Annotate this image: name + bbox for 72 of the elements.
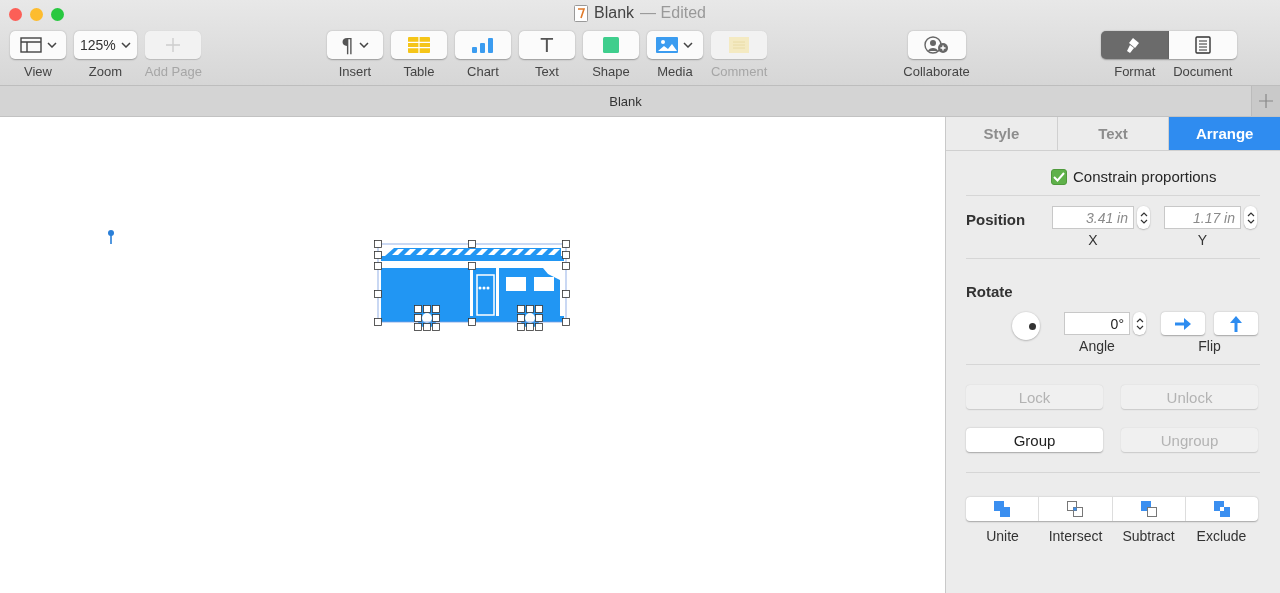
table-icon <box>407 37 430 53</box>
toolbar-label: Zoom <box>88 64 122 79</box>
close-button[interactable] <box>9 7 22 21</box>
chevron-icon <box>358 42 369 48</box>
toolbar-label: Table <box>403 64 435 79</box>
shape-button[interactable] <box>582 31 639 59</box>
image-icon <box>656 37 679 53</box>
plus-icon <box>165 37 182 53</box>
document-button[interactable] <box>1168 31 1237 59</box>
toolbar-label: View <box>24 64 52 79</box>
toolbar-label: Collaborate <box>903 64 970 79</box>
section-label: Rotate <box>966 282 1014 300</box>
inspector-tab[interactable]: Arrange <box>1169 117 1280 150</box>
media-button[interactable] <box>646 31 703 59</box>
toolbar-label: Shape <box>592 64 630 79</box>
format-button[interactable] <box>1100 31 1169 59</box>
bar-chart-icon <box>471 37 494 53</box>
field-caption: Angle <box>1079 338 1115 354</box>
square-icon <box>602 37 619 53</box>
chevron-icon <box>683 42 694 48</box>
field-caption: Flip <box>1198 338 1221 354</box>
overlapping-squares-icon <box>1066 500 1085 518</box>
stepper[interactable] <box>1133 312 1146 335</box>
checkbox-label: Constrain proportions <box>1073 168 1217 185</box>
field-caption: X <box>1088 232 1098 248</box>
document-icon <box>574 4 589 22</box>
up-arrow-icon <box>1230 314 1242 333</box>
plus-icon <box>1259 94 1273 108</box>
stepper[interactable] <box>1244 206 1257 229</box>
toolbar-button[interactable]: ¶ <box>326 31 383 59</box>
insertion-marker-icon <box>108 230 114 244</box>
x-field[interactable]: 3.41 in <box>1052 206 1134 229</box>
toolbar-label: Document <box>1173 64 1233 79</box>
y-field[interactable]: 1.17 in <box>1164 206 1241 229</box>
right-arrow-icon <box>1174 317 1192 330</box>
checkbox[interactable] <box>1051 168 1067 185</box>
overlapping-squares-icon <box>1212 500 1231 518</box>
toolbar-label: Insert <box>338 64 372 79</box>
window-title: Blank <box>594 4 635 22</box>
layout-icon <box>19 37 42 53</box>
overlapping-squares-icon <box>993 500 1012 518</box>
toolbar-button[interactable]: T <box>518 31 575 59</box>
operation-label: Exclude <box>1195 528 1248 544</box>
zoom-button[interactable] <box>51 7 64 21</box>
field-caption: Y <box>1197 232 1208 248</box>
toolbar-label: Format <box>1114 64 1156 79</box>
chevron-icon <box>120 42 131 48</box>
operation-label: Subtract <box>1121 528 1176 544</box>
chart-button[interactable] <box>454 31 511 59</box>
rotation-knob[interactable] <box>1012 312 1040 340</box>
edited-status: — Edited <box>640 4 706 22</box>
toolbar-label: Chart <box>467 64 499 79</box>
operation-label: Unite <box>985 528 1020 544</box>
overlapping-squares-icon <box>1139 500 1158 518</box>
document-icon <box>1194 36 1211 54</box>
collaborate-button[interactable] <box>907 31 966 59</box>
fire-truck-drawing[interactable] <box>381 248 564 328</box>
view-button[interactable] <box>10 31 66 59</box>
note-icon <box>729 37 750 53</box>
operation-label: Intersect <box>1047 528 1104 544</box>
arrange-button[interactable]: Group <box>966 428 1103 452</box>
section-label: Position <box>966 210 1027 228</box>
selection-handles[interactable] <box>374 240 570 331</box>
toolbar-label: Media <box>657 64 693 79</box>
stepper[interactable] <box>1137 206 1150 229</box>
toolbar-label: Text <box>535 64 559 79</box>
chevron-icon <box>46 42 57 48</box>
flip-vertical-button[interactable] <box>1214 312 1258 335</box>
flip-horizontal-button[interactable] <box>1161 312 1205 335</box>
angle-field[interactable]: 0° <box>1064 312 1130 335</box>
add-person-icon <box>923 36 950 54</box>
zoom-dropdown[interactable]: 125% <box>74 31 137 59</box>
